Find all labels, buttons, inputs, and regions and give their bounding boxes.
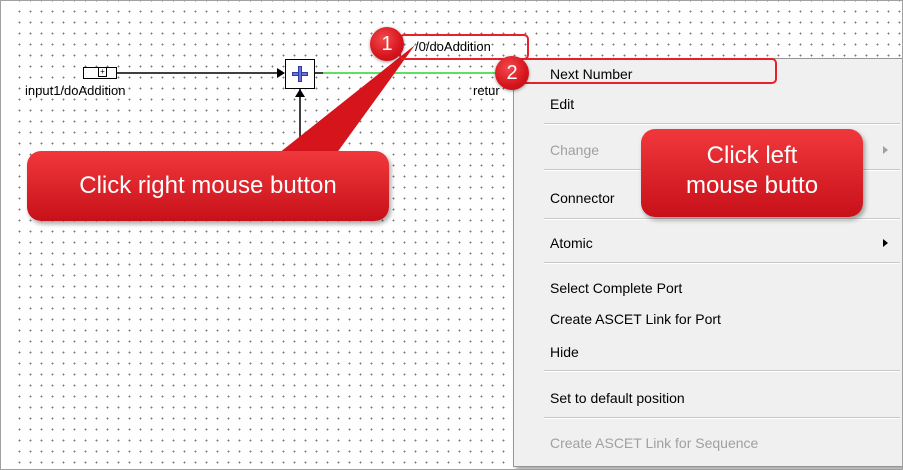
menu-item-set-default-position[interactable]: Set to default position — [514, 386, 902, 410]
menu-item-label: Hide — [550, 344, 579, 360]
menu-item-label: Create ASCET Link for Sequence — [550, 435, 759, 451]
callout-right-click: Click right mouse button — [27, 151, 389, 221]
menu-item-label: Atomic — [550, 235, 593, 251]
menu-item-atomic[interactable]: Atomic — [514, 231, 902, 255]
input-label: input1/doAddition — [25, 83, 126, 98]
menu-item-label: Connector — [550, 190, 615, 206]
menu-item-label: Create ASCET Link for Port — [550, 311, 721, 327]
menu-item-label: Change — [550, 142, 600, 158]
menu-separator — [544, 417, 900, 419]
menu-item-create-ascet-link-port[interactable]: Create ASCET Link for Port — [514, 307, 902, 331]
submenu-arrow-icon — [883, 146, 888, 154]
submenu-arrow-icon — [883, 239, 888, 247]
callout-left-click-line2: mouse butto — [685, 172, 819, 199]
menu-item-create-ascet-link-sequence: Create ASCET Link for Sequence — [514, 431, 902, 455]
diagram-editor: + input1/doAddition /0/doAddition retur … — [0, 0, 903, 470]
next-number-highlight — [513, 58, 777, 84]
plus-icon — [292, 66, 308, 82]
callout-left-click-line1: Click left — [706, 142, 798, 169]
menu-item-label: Edit — [550, 96, 575, 112]
menu-separator — [544, 123, 900, 125]
input-block[interactable]: + — [83, 67, 117, 79]
step-badge-1: 1 — [370, 27, 404, 61]
menu-separator — [544, 262, 900, 264]
menu-item-label: Set to default position — [550, 390, 685, 406]
menu-item-select-complete-port[interactable]: Select Complete Port — [514, 276, 902, 300]
menu-separator — [544, 218, 900, 220]
input-block-icon: + — [98, 67, 107, 77]
menu-separator — [544, 370, 900, 372]
wire-feedback-arrowhead — [295, 89, 305, 97]
menu-item-label: Select Complete Port — [550, 280, 683, 296]
context-menu: Next Number Edit Change Connector Atomic… — [513, 58, 902, 467]
callout-left-click: Click left mouse butto — [641, 129, 863, 217]
wire-arrowhead — [277, 68, 285, 78]
output-label: retur — [473, 83, 500, 98]
menu-item-edit[interactable]: Edit — [514, 92, 902, 116]
menu-item-hide[interactable]: Hide — [514, 340, 902, 364]
adder-block[interactable] — [285, 59, 315, 89]
step-badge-2: 2 — [495, 56, 529, 90]
